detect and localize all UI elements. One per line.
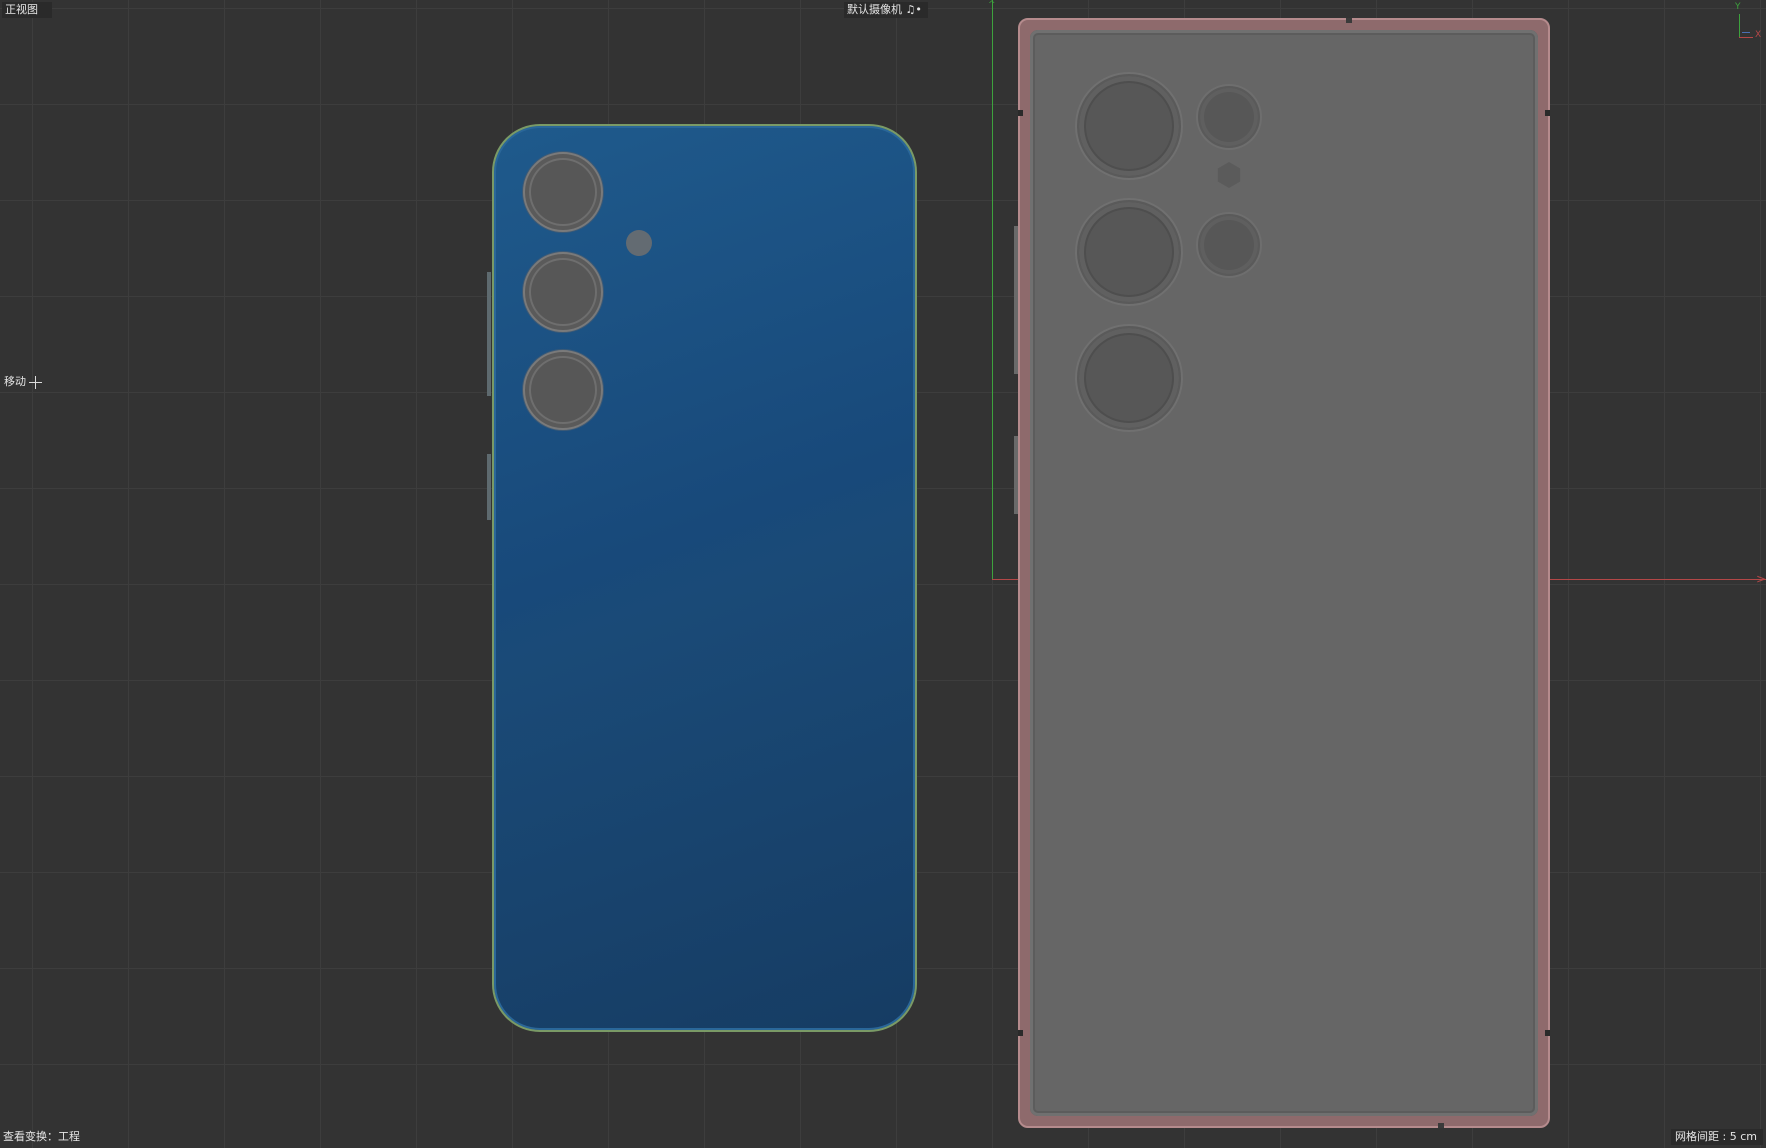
view-name-label[interactable]: 正视图 <box>2 2 52 18</box>
blue-phone-model[interactable] <box>492 124 917 1032</box>
tool-label: 移动 <box>4 375 26 388</box>
view-transform-label: 查看变换：工程 <box>3 1130 80 1143</box>
gizmo-y-line <box>1739 14 1740 38</box>
camera-flash <box>626 230 652 256</box>
move-icon <box>29 375 42 389</box>
grid-spacing-label: 网格间距 : 5 cm <box>1671 1129 1763 1145</box>
camera-lens <box>1198 86 1260 148</box>
camera-selector[interactable]: 默认摄像机 ♫• <box>844 2 928 18</box>
camera-lens <box>1077 326 1181 430</box>
blue-phone-side-button <box>487 272 491 396</box>
blue-phone-side-button <box>487 454 491 520</box>
y-axis-line <box>992 0 993 580</box>
frame-notch <box>1018 1030 1023 1036</box>
frame-notch <box>1545 1030 1550 1036</box>
frame-notch <box>1545 110 1550 116</box>
camera-lens <box>523 152 603 232</box>
camera-lens <box>1077 74 1181 178</box>
camera-lens <box>523 350 603 430</box>
gizmo-z-line <box>1742 32 1750 33</box>
x-axis-arrow-icon: > <box>1755 572 1766 586</box>
frame-notch <box>1018 110 1023 116</box>
camera-lens <box>523 252 603 332</box>
camera-lens <box>1198 214 1260 276</box>
gizmo-x-label: X <box>1755 30 1762 40</box>
gray-phone-model[interactable] <box>1018 18 1550 1128</box>
frame-notch <box>1438 1123 1444 1128</box>
move-tool-indicator: 移动 <box>4 374 42 390</box>
camera-flash <box>1217 162 1241 188</box>
frame-notch <box>1346 18 1352 23</box>
gizmo-y-label: Y <box>1735 2 1741 12</box>
camera-lens <box>1077 200 1181 304</box>
gizmo-x-line <box>1739 37 1753 38</box>
orientation-gizmo[interactable]: Y X <box>1726 2 1766 44</box>
gray-phone-back-panel <box>1030 30 1538 1116</box>
y-axis-arrow-icon: ^ <box>988 0 996 10</box>
